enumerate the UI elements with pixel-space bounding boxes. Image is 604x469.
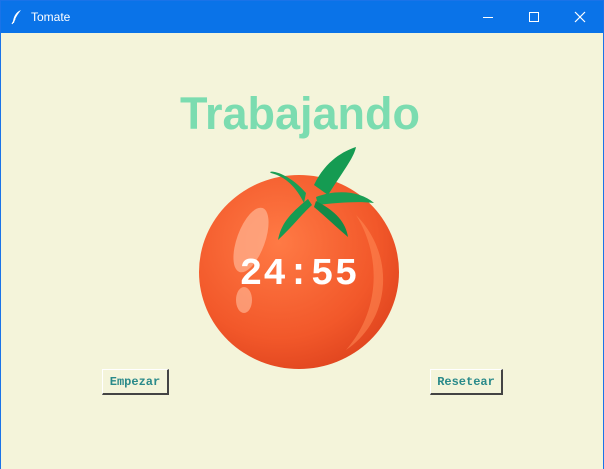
reset-button-label: Resetear: [437, 374, 495, 389]
start-button-label: Empezar: [109, 374, 161, 389]
maximize-icon: [529, 12, 539, 22]
client-area: Trabajando 24:55 Empezar Resetear: [1, 33, 603, 469]
app-window: Tomate Trabajando 24:55 Empezar Resetear: [0, 0, 604, 469]
start-button[interactable]: Empezar: [102, 369, 169, 395]
minimize-button[interactable]: [465, 1, 511, 33]
close-button[interactable]: [557, 1, 603, 33]
maximize-button[interactable]: [511, 1, 557, 33]
title-bar[interactable]: Tomate: [1, 1, 603, 33]
reset-button[interactable]: Resetear: [430, 369, 503, 395]
window-title: Tomate: [31, 10, 71, 24]
close-icon: [574, 11, 586, 23]
window-controls: [465, 1, 603, 33]
status-heading: Trabajando: [179, 88, 421, 139]
timer-display: 24:55: [239, 253, 359, 296]
minimize-icon: [483, 17, 493, 18]
feather-icon: [7, 7, 27, 27]
